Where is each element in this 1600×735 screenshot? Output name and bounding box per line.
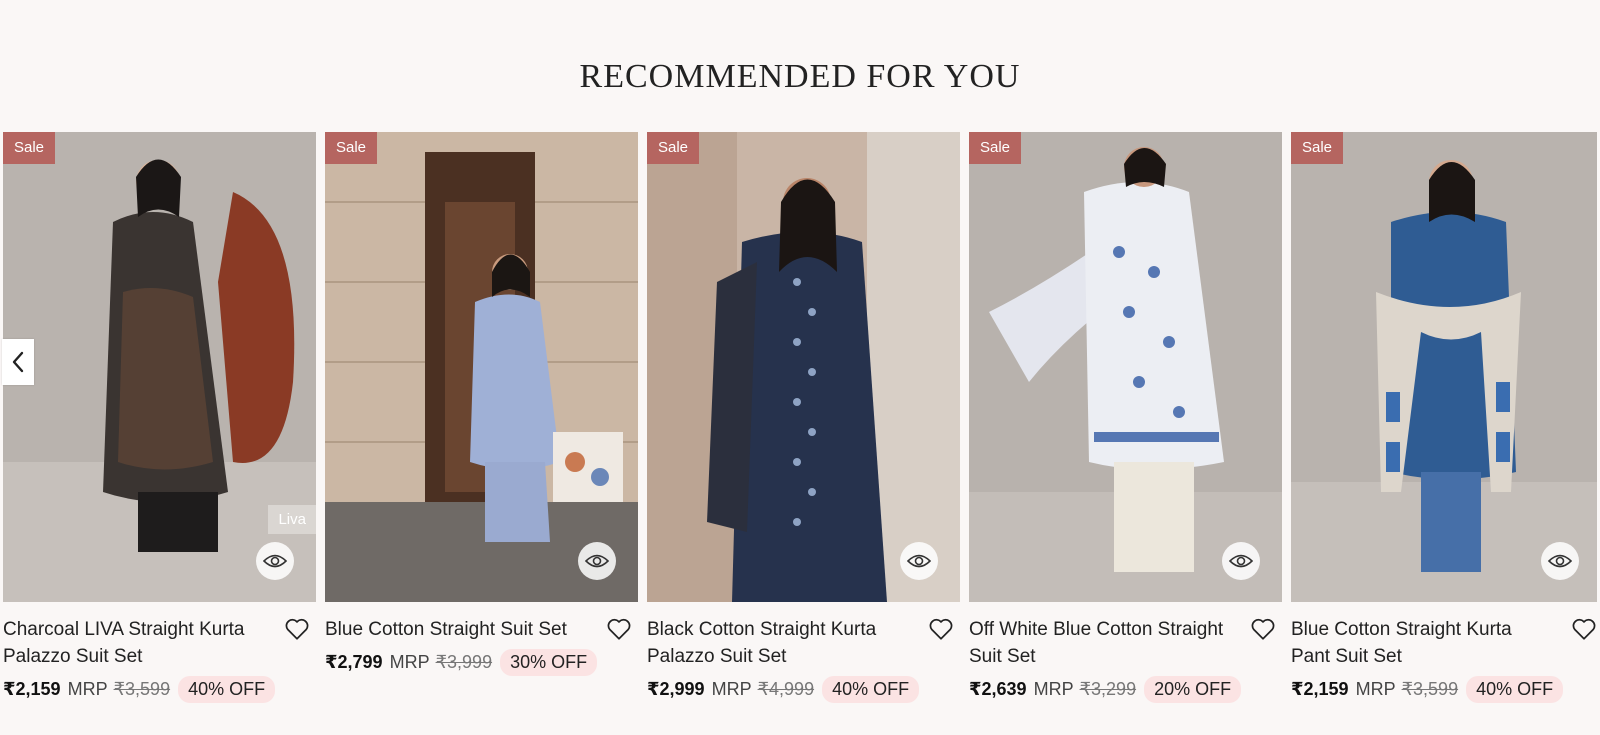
mrp-price: ₹3,999: [435, 652, 493, 672]
product-card[interactable]: Sale Liva Charcoal LIVA Straight Kurta P…: [3, 132, 316, 703]
price-row: ₹2,159 MRP ₹3,599 40% OFF: [3, 676, 316, 703]
product-carousel: Sale Liva Charcoal LIVA Straight Kurta P…: [0, 132, 1600, 735]
discount-badge: 40% OFF: [822, 676, 920, 703]
product-card[interactable]: Sale Blue Cotton Straight Suit Set ₹2,79…: [325, 132, 638, 676]
eye-icon: [907, 554, 931, 568]
sale-price: ₹2,639: [969, 679, 1027, 699]
sale-badge: Sale: [647, 132, 700, 164]
mrp-price: ₹4,999: [757, 679, 815, 699]
product-image[interactable]: Sale: [325, 132, 638, 602]
discount-badge: 20% OFF: [1144, 676, 1242, 703]
mrp-label: MRP: [711, 679, 752, 699]
product-name[interactable]: Black Cotton Straight Kurta Palazzo Suit…: [647, 616, 912, 670]
product-photo: [1291, 132, 1597, 602]
product-image[interactable]: Sale Liva: [3, 132, 316, 602]
quick-view-button[interactable]: [900, 542, 938, 580]
product-image[interactable]: Sale: [969, 132, 1282, 602]
sale-badge: Sale: [1291, 132, 1344, 164]
discount-badge: 30% OFF: [500, 649, 598, 676]
sale-price: ₹2,159: [1291, 679, 1349, 699]
product-card[interactable]: Sale Black Cotton Straight Kurta Palazzo…: [647, 132, 960, 703]
price-row: ₹2,799 MRP ₹3,999 30% OFF: [325, 649, 638, 676]
chevron-left-icon: [12, 351, 24, 373]
sale-badge: Sale: [969, 132, 1022, 164]
eye-icon: [585, 554, 609, 568]
product-photo: [325, 132, 638, 602]
brand-tag: Liva: [268, 505, 316, 534]
price-row: ₹2,999 MRP ₹4,999 40% OFF: [647, 676, 960, 703]
product-name[interactable]: Blue Cotton Straight Suit Set: [325, 616, 590, 643]
quick-view-button[interactable]: [256, 542, 294, 580]
eye-icon: [263, 554, 287, 568]
discount-badge: 40% OFF: [178, 676, 276, 703]
sale-price: ₹2,999: [647, 679, 705, 699]
product-photo: [969, 132, 1282, 602]
sale-badge: Sale: [325, 132, 378, 164]
heart-icon[interactable]: [1571, 616, 1597, 642]
product-photo: [647, 132, 960, 602]
sale-badge: Sale: [3, 132, 56, 164]
sale-price: ₹2,159: [3, 679, 61, 699]
mrp-price: ₹3,599: [113, 679, 171, 699]
quick-view-button[interactable]: [1222, 542, 1260, 580]
mrp-label: MRP: [389, 652, 430, 672]
price-row: ₹2,159 MRP ₹3,599 40% OFF: [1291, 676, 1597, 703]
eye-icon: [1229, 554, 1253, 568]
price-row: ₹2,639 MRP ₹3,299 20% OFF: [969, 676, 1282, 703]
discount-badge: 40% OFF: [1466, 676, 1564, 703]
heart-icon[interactable]: [928, 616, 954, 642]
product-name[interactable]: Charcoal LIVA Straight Kurta Palazzo Sui…: [3, 616, 268, 670]
quick-view-button[interactable]: [1541, 542, 1579, 580]
product-image[interactable]: Sale: [647, 132, 960, 602]
product-name[interactable]: Off White Blue Cotton Straight Suit Set: [969, 616, 1234, 670]
product-card[interactable]: Sale Blue Cotton Straight Kurta Pant Sui…: [1291, 132, 1597, 703]
mrp-label: MRP: [1033, 679, 1074, 699]
product-image[interactable]: Sale: [1291, 132, 1597, 602]
eye-icon: [1548, 554, 1572, 568]
section-title: RECOMMENDED FOR YOU: [579, 58, 1021, 95]
mrp-label: MRP: [1355, 679, 1396, 699]
sale-price: ₹2,799: [325, 652, 383, 672]
mrp-label: MRP: [67, 679, 108, 699]
heart-icon[interactable]: [606, 616, 632, 642]
carousel-prev-button[interactable]: [2, 339, 34, 385]
mrp-price: ₹3,599: [1401, 679, 1459, 699]
product-card[interactable]: Sale Off White Blue Cotton Straight Suit…: [969, 132, 1282, 703]
heart-icon[interactable]: [284, 616, 310, 642]
product-name[interactable]: Blue Cotton Straight Kurta Pant Suit Set: [1291, 616, 1556, 670]
heart-icon[interactable]: [1250, 616, 1276, 642]
quick-view-button[interactable]: [578, 542, 616, 580]
mrp-price: ₹3,299: [1079, 679, 1137, 699]
